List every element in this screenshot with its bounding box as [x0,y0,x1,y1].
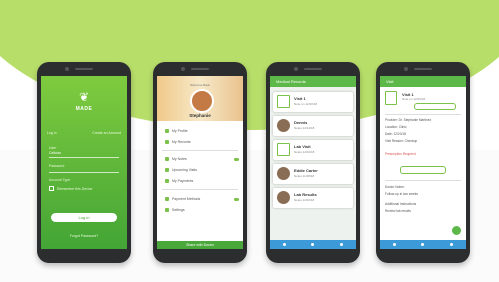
divider [385,114,461,115]
status-badge [414,103,456,110]
avatar [277,191,290,204]
card-title: Dennis [294,120,308,125]
detail-line: Location: Clinic [385,125,407,129]
calendar-icon [165,168,169,172]
remember-label: Remember this Device [57,187,93,191]
list-item[interactable]: Lab Results Notes 11/02/18 [273,188,353,208]
password-field[interactable] [49,172,119,173]
list-item[interactable]: Visit 1 Note on 12/20/18 [273,92,353,112]
app-name: MADE [75,106,93,112]
detail-line: Provider: Dr. Stephanie Martinez [385,118,432,122]
card-subtitle: Notes 11/02/18 [294,198,315,202]
detail-line: Visit Reason: Checkup [385,139,418,143]
card-title: Visit 1 [294,96,306,101]
login-tabs: Log In Create an Account [47,131,121,135]
list-item[interactable]: Eddie Carter Notes 11/28/18 [273,164,353,184]
user-field[interactable]: Cellular [49,151,61,155]
login-button[interactable]: Log in [51,213,117,222]
forgot-password-link[interactable]: Forgot Password? [41,234,127,238]
toggle[interactable] [234,197,239,201]
document-icon [277,95,290,108]
tab-login[interactable]: Log In [47,131,57,135]
card-subtitle: Notes 11/28/18 [294,174,315,178]
divider [385,180,461,181]
camera-dot [65,67,69,71]
nav-home-icon[interactable] [282,243,286,246]
notes-icon [165,157,169,161]
menu-item[interactable]: Settings [165,207,239,213]
login-screen: ❦ MADE Log In Create an Account User Cel… [41,76,127,249]
action-pill[interactable] [400,166,446,174]
detail-line: Date: 12/20/18 [385,132,406,136]
menu-item[interactable]: Payment Methods [165,196,239,202]
detail-screen: Visit Visit 1 Note on 12/20/18 Provider:… [380,76,466,249]
card-subtitle: Notes 12/10/18 [294,150,315,154]
card-subtitle: Notes 12/14/18 [294,126,315,130]
user-field-underline [49,157,119,158]
document-icon [385,91,397,105]
speaker-grille [304,68,322,70]
nav-home-icon[interactable] [392,243,396,246]
camera-dot [404,67,408,71]
nav-profile-icon[interactable] [450,243,454,246]
remember-checkbox[interactable] [49,186,54,191]
menu-item[interactable]: Upcoming Visits [165,167,239,173]
bottom-nav [380,240,466,249]
payment-icon [165,179,169,183]
speaker-grille [75,68,93,70]
list-item[interactable]: Dennis Notes 12/14/18 [273,116,353,136]
profile-name: Stephanie [189,113,211,118]
detail-subtitle: Note on 12/20/18 [402,97,426,101]
card-title: Lab Results [294,192,317,197]
menu-item[interactable]: My Payments [165,178,239,184]
phone-login: ❦ MADE Log In Create an Account User Cel… [37,62,131,263]
speaker-grille [414,68,432,70]
nav-profile-icon[interactable] [340,243,344,246]
divider [162,189,238,190]
card-subtitle: Note on 12/20/18 [294,102,318,106]
app-bar-title: Medical Records [270,76,356,87]
password-label: Password [49,164,65,168]
share-button[interactable]: Share with Doctor [157,241,243,249]
toggle[interactable] [234,157,239,161]
detail-line: Doctor Notes: [385,185,405,189]
records-screen: Medical Records Visit 1 Note on 12/20/18 … [270,76,356,249]
list-item[interactable]: Lab Visit Notes 12/10/18 [273,140,353,160]
phone-records-list: Medical Records Visit 1 Note on 12/20/18 … [266,62,360,263]
add-fab-button[interactable] [452,226,461,235]
nav-records-icon[interactable] [421,243,425,246]
menu-item[interactable]: My Profile [165,128,239,134]
camera-dot [294,67,298,71]
profile-screen: Welcome Back Stephanie My Profile My Rec… [157,76,243,249]
bottom-nav [270,240,356,249]
card-icon [165,197,169,201]
app-logo-icon: ❦ [78,90,90,104]
alert-text: Prescription Required [385,152,416,156]
tab-create-account[interactable]: Create an Account [92,131,121,135]
divider [162,150,238,151]
menu-item[interactable]: My Notes [165,156,239,162]
profile-subtitle: Welcome Back [190,83,210,87]
profile-icon [165,129,169,133]
avatar [277,119,290,132]
camera-dot [181,67,185,71]
avatar[interactable] [190,89,214,113]
nav-records-icon[interactable] [311,243,315,246]
user-label: User [49,146,57,150]
menu-item[interactable]: My Records [165,139,239,145]
detail-line: Review lab results [385,209,411,213]
gear-icon [165,208,169,212]
app-bar-title: Visit [380,76,466,87]
avatar [277,167,290,180]
speaker-grille [191,68,209,70]
card-title: Lab Visit [294,144,311,149]
records-icon [165,140,169,144]
card-title: Eddie Carter [294,168,318,173]
detail-line: Additional Instructions [385,202,417,206]
phone-profile: Welcome Back Stephanie My Profile My Rec… [153,62,247,263]
document-icon [277,143,290,156]
phone-visit-detail: Visit Visit 1 Note on 12/20/18 Provider:… [376,62,470,263]
detail-line: Follow-up in two weeks [385,192,418,196]
account-type-label: Account Type [49,178,71,182]
